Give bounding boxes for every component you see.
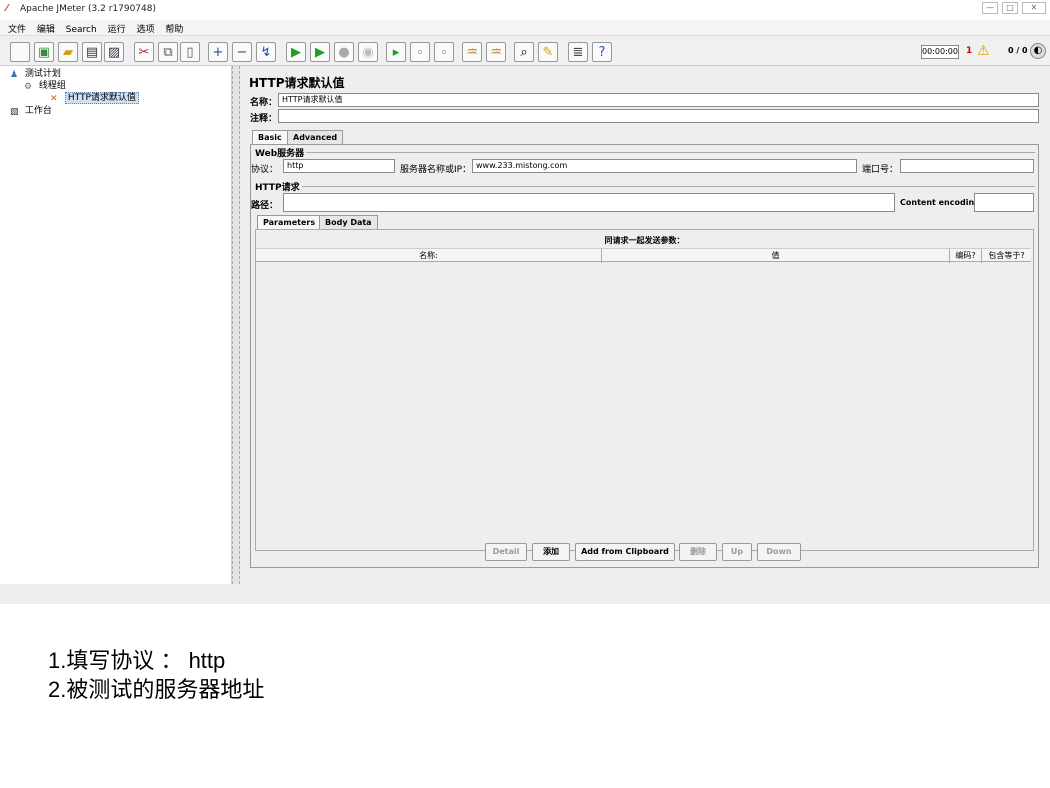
tab-basic[interactable]: Basic <box>252 130 288 144</box>
open-icon[interactable]: ▰ <box>58 42 78 62</box>
thread-ratio: 0 / 0 <box>1008 46 1028 55</box>
parameters-table: 同请求一起发送参数： 名称: 值 编码? 包含等于? <box>255 229 1034 551</box>
test-tree: ♟ 测试计划 ⚙ 线程组 ✕ HTTP请求默认值 ▧ 工作台 <box>0 66 232 584</box>
menu-bar: 文件 编辑 Search 运行 选项 帮助 <box>0 20 1050 36</box>
port-label: 端口号： <box>862 165 899 175</box>
tree-item-workbench[interactable]: ▧ 工作台 <box>10 103 52 117</box>
warning-icon[interactable]: ⚠ <box>977 43 990 59</box>
server-label: 服务器名称或IP： <box>400 165 472 175</box>
error-count: 1 <box>966 46 973 56</box>
page-title: HTTP请求默认值 <box>249 76 345 90</box>
tab-parameters[interactable]: Parameters <box>257 215 322 229</box>
tab-body-data[interactable]: Body Data <box>319 215 378 229</box>
menu-options[interactable]: 选项 <box>136 22 154 35</box>
http-request-group <box>255 186 1035 187</box>
thread-group-icon: ⚙ <box>24 82 33 92</box>
start-icon[interactable]: ▶ <box>286 42 306 62</box>
help-icon[interactable]: ? <box>592 42 612 62</box>
content-encoding-field[interactable] <box>974 193 1034 212</box>
templates-icon[interactable]: ▣ <box>34 42 54 62</box>
toggle-icon[interactable]: ↯ <box>256 42 276 62</box>
cut-icon[interactable]: ✂ <box>134 42 154 62</box>
delete-button[interactable]: 删除 <box>679 543 717 561</box>
detail-button[interactable]: Detail <box>485 543 527 561</box>
protocol-label: 协议： <box>251 165 279 175</box>
menu-edit[interactable]: 编辑 <box>37 22 55 35</box>
new-icon[interactable] <box>10 42 30 62</box>
table-header: 名称: 值 编码? 包含等于? <box>256 248 1031 263</box>
menu-run[interactable]: 运行 <box>108 22 126 35</box>
close-button[interactable]: ✕ <box>1022 2 1046 14</box>
column-name[interactable]: 名称: <box>256 249 602 263</box>
path-label: 路径： <box>251 201 279 211</box>
tab-advanced[interactable]: Advanced <box>287 130 344 144</box>
search-icon[interactable]: ⌕ <box>514 42 534 62</box>
web-server-group <box>255 152 1035 153</box>
expand-icon[interactable]: + <box>208 42 228 62</box>
reset-search-icon[interactable]: ✎ <box>538 42 558 62</box>
column-include-equals[interactable]: 包含等于? <box>982 249 1031 263</box>
note-server: 2.被测试的服务器地址 <box>48 677 265 702</box>
server-field[interactable]: www.233.mistong.com <box>472 159 857 173</box>
protocol-field[interactable]: http <box>283 159 395 173</box>
workbench-icon: ▧ <box>10 107 19 117</box>
log-viewer-icon[interactable]: ◐ <box>1030 43 1046 59</box>
jmeter-window: 文件 编辑 Search 运行 选项 帮助 ▣ ▰ ▤ ▨ ✂ ⧉ ▯ + − … <box>0 20 1050 604</box>
add-button[interactable]: 添加 <box>532 543 570 561</box>
name-label: 名称： <box>250 98 278 108</box>
path-field[interactable] <box>283 193 895 212</box>
remote-stop-icon[interactable]: ∘ <box>410 42 430 62</box>
name-field[interactable]: HTTP请求默认值 <box>278 93 1039 107</box>
menu-search[interactable]: Search <box>66 25 97 35</box>
table-body[interactable] <box>257 264 1032 550</box>
up-button[interactable]: Up <box>722 543 752 561</box>
port-field[interactable] <box>900 159 1034 173</box>
basic-tab-body: Web服务器 协议： http 服务器名称或IP： www.233.miston… <box>250 144 1039 568</box>
clear-icon[interactable]: ♒ <box>462 42 482 62</box>
content-encoding-label: Content encoding: <box>900 198 984 207</box>
http-defaults-panel: HTTP请求默认值 名称： HTTP请求默认值 注释： Basic Advanc… <box>244 66 1044 584</box>
save-as-icon[interactable]: ▨ <box>104 42 124 62</box>
remote-start-icon[interactable]: ▸ <box>386 42 406 62</box>
parameters-caption: 同请求一起发送参数： <box>604 236 685 245</box>
web-server-legend: Web服务器 <box>255 146 307 159</box>
note-protocol: 1.填写协议 ： http <box>48 648 226 673</box>
elapsed-timer: 00:00:00 <box>921 45 959 59</box>
stop-icon[interactable]: ● <box>334 42 354 62</box>
jmeter-logo-icon: ⁄ <box>6 3 8 14</box>
collapse-icon[interactable]: − <box>232 42 252 62</box>
start-no-pause-icon[interactable]: ▶ <box>310 42 330 62</box>
save-icon[interactable]: ▤ <box>82 42 102 62</box>
remote-shutdown-icon[interactable]: ∘ <box>434 42 454 62</box>
toolbar: ▣ ▰ ▤ ▨ ✂ ⧉ ▯ + − ↯ ▶ ▶ ● ◉ ▸ ∘ ∘ ♒ ♒ ⌕ … <box>0 36 1050 66</box>
column-encode[interactable]: 编码? <box>950 249 982 263</box>
menu-help[interactable]: 帮助 <box>165 22 183 35</box>
column-value[interactable]: 值 <box>602 249 950 263</box>
test-plan-icon: ♟ <box>10 70 19 80</box>
copy-icon[interactable]: ⧉ <box>158 42 178 62</box>
tree-item-http-defaults[interactable]: ✕ HTTP请求默认值 <box>50 90 139 104</box>
paste-icon[interactable]: ▯ <box>180 42 200 62</box>
comment-label: 注释： <box>250 114 278 124</box>
maximize-button[interactable]: □ <box>1002 2 1018 14</box>
window-titlebar: ⁄ Apache JMeter (3.2 r1790748) — □ ✕ <box>0 0 1050 20</box>
clear-all-icon[interactable]: ♒ <box>486 42 506 62</box>
comment-field[interactable] <box>278 109 1039 123</box>
add-from-clipboard-button[interactable]: Add from Clipboard <box>575 543 675 561</box>
annotation-notes: 1.填写协议 ： http 2.被测试的服务器地址 <box>48 646 264 704</box>
function-helper-icon[interactable]: ≣ <box>568 42 588 62</box>
down-button[interactable]: Down <box>757 543 801 561</box>
menu-file[interactable]: 文件 <box>8 22 26 35</box>
minimize-button[interactable]: — <box>982 2 998 14</box>
split-pane-divider[interactable] <box>232 66 240 584</box>
http-request-legend: HTTP请求 <box>255 180 302 193</box>
shutdown-icon[interactable]: ◉ <box>358 42 378 62</box>
window-title: Apache JMeter (3.2 r1790748) <box>20 4 156 14</box>
